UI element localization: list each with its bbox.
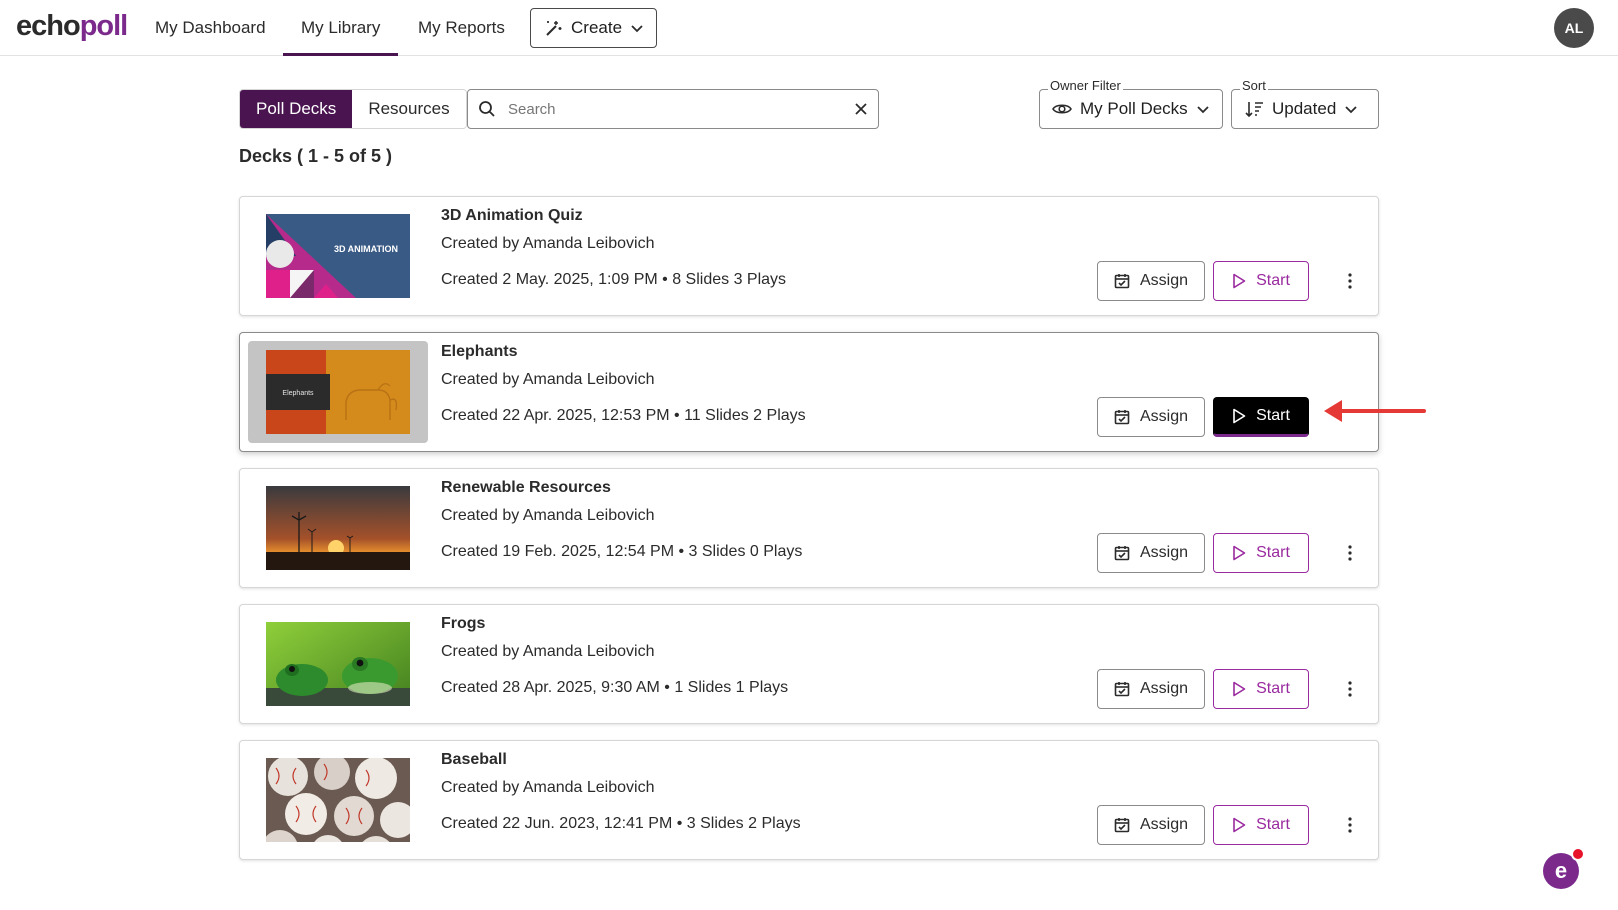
create-label: Create [571, 18, 623, 37]
thumb-text: 3D ANIMATION [334, 244, 398, 254]
assign-button[interactable]: Assign [1097, 669, 1205, 709]
start-label: Start [1256, 816, 1290, 833]
clear-search-icon[interactable] [854, 102, 868, 116]
play-icon [1233, 681, 1246, 697]
notification-dot [1571, 847, 1585, 861]
search-input[interactable] [508, 100, 854, 118]
deck-thumbnail: Elephants [266, 350, 410, 434]
search-icon [479, 101, 495, 117]
calendar-check-icon [1114, 818, 1130, 833]
more-options-icon[interactable] [1338, 675, 1362, 703]
play-icon [1233, 273, 1246, 289]
deck-title[interactable]: Renewable Resources [441, 479, 611, 497]
deck-meta: Created 2 May. 2025, 1:09 PM • 8 Slides … [441, 271, 787, 288]
assign-button[interactable]: Assign [1097, 805, 1205, 845]
deck-title[interactable]: 3D Animation Quiz [441, 207, 583, 225]
tab-poll-decks[interactable]: Poll Decks [240, 90, 353, 128]
start-button[interactable]: Start [1213, 669, 1309, 709]
sort-value: Updated [1272, 99, 1337, 118]
owner-filter-select[interactable]: Owner Filter My Poll Decks [1039, 78, 1223, 129]
nav-my-reports[interactable]: My Reports [418, 0, 505, 56]
start-label: Start [1256, 407, 1290, 424]
deck-meta: Created 28 Apr. 2025, 9:30 AM • 1 Slides… [441, 679, 789, 696]
start-button[interactable]: Start [1213, 533, 1309, 573]
deck-meta: Created 19 Feb. 2025, 12:54 PM • 3 Slide… [441, 543, 803, 560]
assign-label: Assign [1139, 816, 1189, 833]
deck-count: Decks ( 1 - 5 of 5 ) [239, 146, 393, 166]
nav-my-library[interactable]: My Library [282, 0, 399, 56]
deck-thumbnail-frame: 3D ANIMATION [248, 205, 428, 307]
deck-thumbnail [266, 622, 410, 706]
annotation-arrow-icon [1324, 400, 1426, 422]
start-label: Start [1256, 272, 1290, 289]
echopoll-logo[interactable]: echopoll [16, 10, 128, 43]
chevron-down-icon [1345, 106, 1357, 114]
deck-creator: Created by Amanda Leibovich [441, 507, 655, 524]
start-label: Start [1256, 544, 1290, 561]
sort-select[interactable]: Sort Updated [1231, 78, 1379, 129]
assign-label: Assign [1139, 408, 1189, 425]
deck-card[interactable]: Renewable Resources Created by Amanda Le… [239, 468, 1379, 588]
deck-card[interactable]: Elephants Elephants Created by Amanda Le… [239, 332, 1379, 452]
calendar-check-icon [1114, 410, 1130, 425]
deck-thumbnail-frame: Elephants [248, 341, 428, 443]
deck-thumbnail-frame [248, 477, 428, 579]
deck-title[interactable]: Baseball [441, 751, 507, 769]
play-icon [1233, 408, 1246, 424]
deck-creator: Created by Amanda Leibovich [441, 235, 655, 252]
deck-card[interactable]: Frogs Created by Amanda Leibovich Create… [239, 604, 1379, 724]
create-button[interactable]: Create [530, 8, 657, 48]
deck-creator: Created by Amanda Leibovich [441, 643, 655, 660]
help-letter: e [1554, 858, 1568, 883]
deck-thumbnail [266, 486, 410, 570]
deck-meta: Created 22 Apr. 2025, 12:53 PM • 11 Slid… [441, 407, 806, 424]
assign-label: Assign [1139, 544, 1189, 561]
user-avatar[interactable]: AL [1554, 8, 1594, 48]
deck-creator: Created by Amanda Leibovich [441, 371, 655, 388]
sort-label: Sort [1240, 78, 1268, 93]
assign-button[interactable]: Assign [1097, 261, 1205, 301]
deck-card[interactable]: Baseball Created by Amanda Leibovich Cre… [239, 740, 1379, 860]
magic-wand-icon [546, 21, 562, 36]
thumb-text: Elephants [282, 390, 314, 397]
more-options-icon[interactable] [1338, 267, 1362, 295]
deck-card[interactable]: 3D ANIMATION 3D Animation Quiz Created b… [239, 196, 1379, 316]
tab-resources[interactable]: Resources [352, 90, 466, 128]
start-label: Start [1256, 680, 1290, 697]
top-nav: echopoll My Dashboard My Library My Repo… [0, 0, 1618, 56]
owner-filter-label: Owner Filter [1048, 78, 1123, 93]
sort-icon [1245, 102, 1263, 118]
play-icon [1233, 817, 1246, 833]
assign-label: Assign [1139, 680, 1189, 697]
assign-button[interactable]: Assign [1097, 397, 1205, 437]
deck-thumbnail-frame [248, 749, 428, 851]
assign-label: Assign [1139, 272, 1189, 289]
chevron-down-icon [631, 25, 643, 33]
deck-meta: Created 22 Jun. 2023, 12:41 PM • 3 Slide… [441, 815, 801, 832]
more-options-icon[interactable] [1338, 539, 1362, 567]
deck-thumbnail-frame [248, 613, 428, 715]
deck-creator: Created by Amanda Leibovich [441, 779, 655, 796]
owner-filter-value: My Poll Decks [1080, 99, 1188, 118]
assign-button[interactable]: Assign [1097, 533, 1205, 573]
help-chat-button[interactable]: e [1543, 847, 1585, 889]
deck-thumbnail [266, 758, 410, 842]
start-button[interactable]: Start [1213, 261, 1309, 301]
nav-my-dashboard[interactable]: My Dashboard [155, 0, 266, 56]
deck-thumbnail: 3D ANIMATION [266, 214, 410, 298]
chevron-down-icon [1197, 106, 1209, 114]
deck-type-tabs: Poll Decks Resources [239, 89, 467, 129]
deck-title[interactable]: Frogs [441, 615, 485, 633]
play-icon [1233, 545, 1246, 561]
eye-icon [1052, 104, 1072, 114]
more-options-icon[interactable] [1338, 811, 1362, 839]
deck-title[interactable]: Elephants [441, 343, 517, 361]
calendar-check-icon [1114, 546, 1130, 561]
calendar-check-icon [1114, 274, 1130, 289]
calendar-check-icon [1114, 682, 1130, 697]
start-button[interactable]: Start [1213, 397, 1309, 437]
start-button[interactable]: Start [1213, 805, 1309, 845]
search-box [467, 89, 879, 129]
